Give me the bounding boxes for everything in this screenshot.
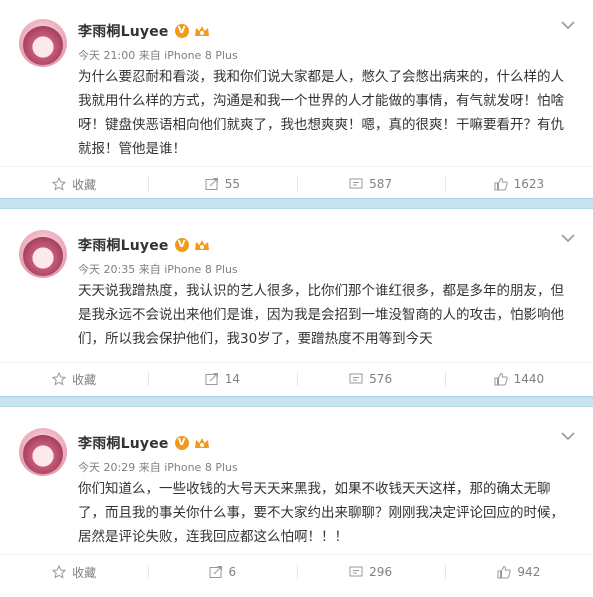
comment-count: 587 [369,177,393,191]
comment-count: 576 [369,372,393,386]
repost-count: 55 [224,177,241,191]
verified-badge-icon: V [174,238,189,252]
favorite-label: 收藏 [72,372,97,387]
post-text: 天天说我蹭热度，我认识的艺人很多，比你们那个谁红很多，都是多年的朋友，但是我永远… [78,283,564,347]
like-button[interactable]: 1623 [444,174,593,194]
avatar[interactable] [19,428,67,476]
divider-line [0,362,593,363]
post-time[interactable]: 今天 21:00 [78,49,135,62]
favorite-button[interactable]: 收藏 [0,174,148,194]
author-name[interactable]: 李雨桐Luyee [78,21,169,41]
post-meta: 今天 20:35 来自 iPhone 8 Plus [78,261,238,277]
favorite-button[interactable]: 收藏 [0,562,148,582]
comment-button[interactable]: 576 [296,369,445,389]
post-meta: 今天 20:29 来自 iPhone 8 Plus [78,459,238,475]
vip-crown-icon [194,26,209,36]
post-divider [0,198,593,209]
thumbs-up-icon [497,565,512,579]
repost-icon [205,178,218,190]
post-source[interactable]: 来自 iPhone 8 Plus [139,461,238,474]
divider-line [0,554,593,555]
favorite-button[interactable]: 收藏 [0,369,148,389]
repost-button[interactable]: 14 [148,369,296,389]
repost-icon [209,566,222,578]
author-name[interactable]: 李雨桐Luyee [78,433,169,453]
post-text: 你们知道么，一些收钱的大号天天来黑我，如果不收钱天天这样，那的确太无聊了，而且我… [78,481,564,545]
action-bar: 收藏 6 296 942 [0,562,593,582]
like-count: 942 [517,565,541,579]
favorite-label: 收藏 [72,565,97,580]
weibo-post: 李雨桐Luyee V 今天 20:35 来自 iPhone 8 Plus 天天说… [0,209,593,396]
post-divider [0,396,593,407]
thumbs-up-icon [494,177,508,191]
weibo-post: 李雨桐Luyee V 今天 21:00 来自 iPhone 8 Plus 为什么… [0,0,593,198]
repost-count: 6 [228,565,237,579]
avatar[interactable] [19,230,67,278]
star-icon [52,372,67,386]
chevron-down-icon[interactable] [561,233,575,243]
divider-line [0,166,593,167]
like-count: 1440 [513,372,545,386]
chevron-down-icon[interactable] [561,431,575,441]
action-bar: 收藏 14 576 1440 [0,369,593,389]
post-source[interactable]: 来自 iPhone 8 Plus [139,49,238,62]
verified-badge-icon: V [174,436,189,450]
action-bar: 收藏 55 587 1623 [0,174,593,194]
vip-crown-icon [194,438,209,448]
avatar[interactable] [19,19,67,67]
like-button[interactable]: 1440 [444,369,593,389]
post-text: 为什么要忍耐和看淡，我和你们说大家都是人，憋久了会憋出病来的，什么样的人我就用什… [78,69,564,157]
author-name[interactable]: 李雨桐Luyee [78,235,169,255]
chevron-down-icon[interactable] [561,20,575,30]
comment-icon [349,566,363,577]
comment-icon [349,373,363,384]
like-count: 1623 [513,177,545,191]
post-time[interactable]: 今天 20:29 [78,461,135,474]
verified-badge-icon: V [174,24,189,38]
comment-button[interactable]: 587 [296,174,445,194]
weibo-post: 李雨桐Luyee V 今天 20:29 来自 iPhone 8 Plus 你们知… [0,407,593,597]
comment-count: 296 [369,565,393,579]
thumbs-up-icon [494,372,508,386]
repost-button[interactable]: 55 [148,174,296,194]
star-icon [52,177,67,191]
comment-button[interactable]: 296 [296,562,445,582]
post-meta: 今天 21:00 来自 iPhone 8 Plus [78,47,238,63]
favorite-label: 收藏 [72,177,97,192]
repost-count: 14 [224,372,241,386]
comment-icon [349,178,363,189]
vip-crown-icon [194,240,209,250]
like-button[interactable]: 942 [444,562,593,582]
post-source[interactable]: 来自 iPhone 8 Plus [139,263,238,276]
repost-button[interactable]: 6 [148,562,296,582]
post-time[interactable]: 今天 20:35 [78,263,135,276]
repost-icon [205,373,218,385]
star-icon [52,565,67,579]
